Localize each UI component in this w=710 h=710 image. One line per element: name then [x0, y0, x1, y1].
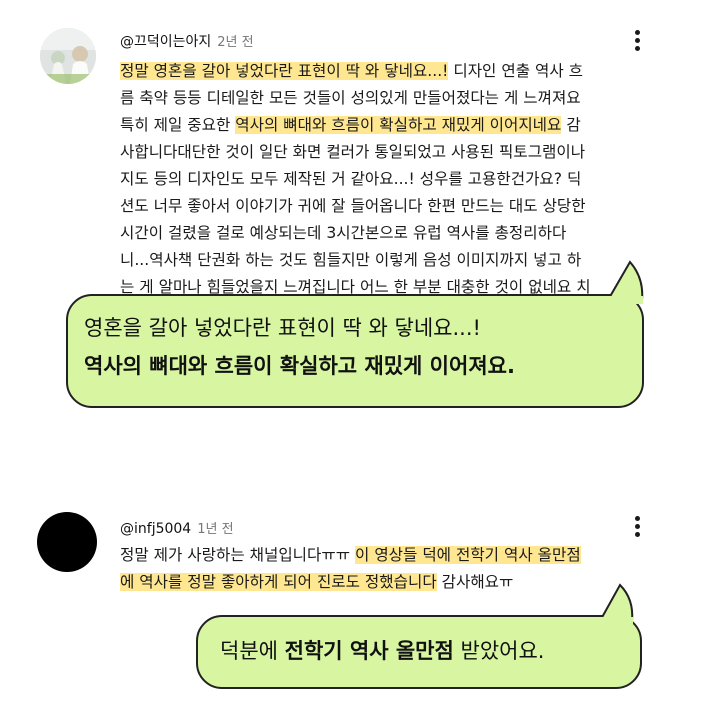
highlighted-text: 이 영상들 덕에 전학기 역사 올만점: [355, 546, 581, 564]
comment-author[interactable]: @끄덕이는아지: [120, 34, 211, 50]
bubble-tail: [607, 260, 644, 304]
comment-line: 름 축약 등등 디테일한 모든 것들이 성의있게 만들어졌다는 게 느껴져요: [120, 85, 680, 112]
comment-text: 디자인 연출 역사 흐: [448, 62, 584, 80]
comment-header: @끄덕이는아지 2년 전: [120, 31, 254, 51]
comment-text: 션도 너무 좋아서 이야기가 귀에 잘 들어옵니다 한편 만드는 대도 상당한: [120, 197, 586, 215]
callout-line-1: 영혼을 갈아 넣었다란 표현이 딱 와 닿네요...!: [84, 316, 481, 340]
comment-line: 션도 너무 좋아서 이야기가 귀에 잘 들어옵니다 한편 만드는 대도 상당한: [120, 193, 680, 220]
callout-line: 덕분에 전학기 역사 올만점 받았어요.: [220, 632, 544, 670]
comment-body: 정말 영혼을 갈아 넣었다란 표현이 딱 와 닿네요...! 디자인 연출 역사…: [120, 58, 680, 301]
highlighted-text: 에 역사를 정말 좋아하게 되어 진로도 정했습니다: [120, 573, 437, 591]
avatar[interactable]: [40, 28, 96, 84]
comment-line: 시간이 걸렸을 걸로 예상되는데 3시간본으로 유럽 역사를 총정리하다: [120, 220, 680, 247]
comment-line: 니...역사책 단권화 하는 것도 힘들지만 이렇게 음성 이미지까지 넣고 하: [120, 247, 680, 274]
comment-text: 지도 등의 디자인도 모두 제작된 거 같아요...! 성우를 고용한건가요? …: [120, 170, 582, 188]
bubble-tail: [599, 583, 634, 625]
callout-pre: 덕분에: [220, 639, 285, 663]
avatar[interactable]: [37, 512, 97, 572]
comment-body: 정말 제가 사랑하는 채널입니다ㅠㅠ 이 영상들 덕에 전학기 역사 올만점 에 …: [120, 542, 680, 596]
comment-text: 특히 제일 중요한: [120, 116, 236, 134]
more-vert-icon[interactable]: [632, 30, 642, 54]
comment-line: 정말 영혼을 갈아 넣었다란 표현이 딱 와 닿네요...! 디자인 연출 역사…: [120, 58, 680, 85]
highlighted-text: 역사의 뼈대와 흐름이 확실하고 재밌게 이어지네요: [235, 116, 562, 134]
comment-line: 특히 제일 중요한 역사의 뼈대와 흐름이 확실하고 재밌게 이어지네요 감: [120, 112, 680, 139]
comment-author[interactable]: @infj5004: [120, 521, 191, 537]
comment-text: 정말 제가 사랑하는 채널입니다ㅠㅠ: [120, 546, 356, 564]
comment-line: 지도 등의 디자인도 모두 제작된 거 같아요...! 성우를 고용한건가요? …: [120, 166, 680, 193]
more-vert-icon[interactable]: [632, 516, 642, 540]
comment-line: 에 역사를 정말 좋아하게 되어 진로도 정했습니다 감사해요ㅠ: [120, 569, 680, 596]
callout-post: 받았어요.: [453, 639, 545, 663]
highlighted-text: 정말 영혼을 갈아 넣었다란 표현이 딱 와 닿네요...!: [120, 62, 449, 80]
profile-photo: [40, 28, 96, 84]
comment-header: @infj5004 1년 전: [120, 518, 234, 537]
comment-line: 정말 제가 사랑하는 채널입니다ㅠㅠ 이 영상들 덕에 전학기 역사 올만점: [120, 542, 680, 569]
comment-text: 사합니다대단한 것이 일단 화면 컬러가 통일되었고 사용된 픽토그램이나: [120, 143, 586, 161]
comment-text: 니...역사책 단권화 하는 것도 힘들지만 이렇게 음성 이미지까지 넣고 하: [120, 251, 582, 269]
callout-bold: 전학기 역사 올만점: [284, 639, 454, 663]
comment-age: 2년 전: [217, 35, 254, 50]
comment-text: 감사해요ㅠ: [436, 573, 514, 591]
comment-text: 름 축약 등등 디테일한 모든 것들이 성의있게 만들어졌다는 게 느껴져요: [120, 89, 581, 107]
comment-age: 1년 전: [197, 522, 234, 537]
callout-line-2: 역사의 뼈대와 흐름이 확실하고 재밌게 이어져요.: [84, 354, 515, 378]
comment-text: 감: [561, 116, 581, 134]
comment-line: 사합니다대단한 것이 일단 화면 컬러가 통일되었고 사용된 픽토그램이나: [120, 139, 680, 166]
comment-text: 시간이 걸렸을 걸로 예상되는데 3시간본으로 유럽 역사를 총정리하다: [120, 224, 567, 242]
comment-thread-1: @끄덕이는아지 2년 전 정말 영혼을 갈아 넣었다란 표현이 딱 와 닿네요..…: [0, 0, 710, 420]
